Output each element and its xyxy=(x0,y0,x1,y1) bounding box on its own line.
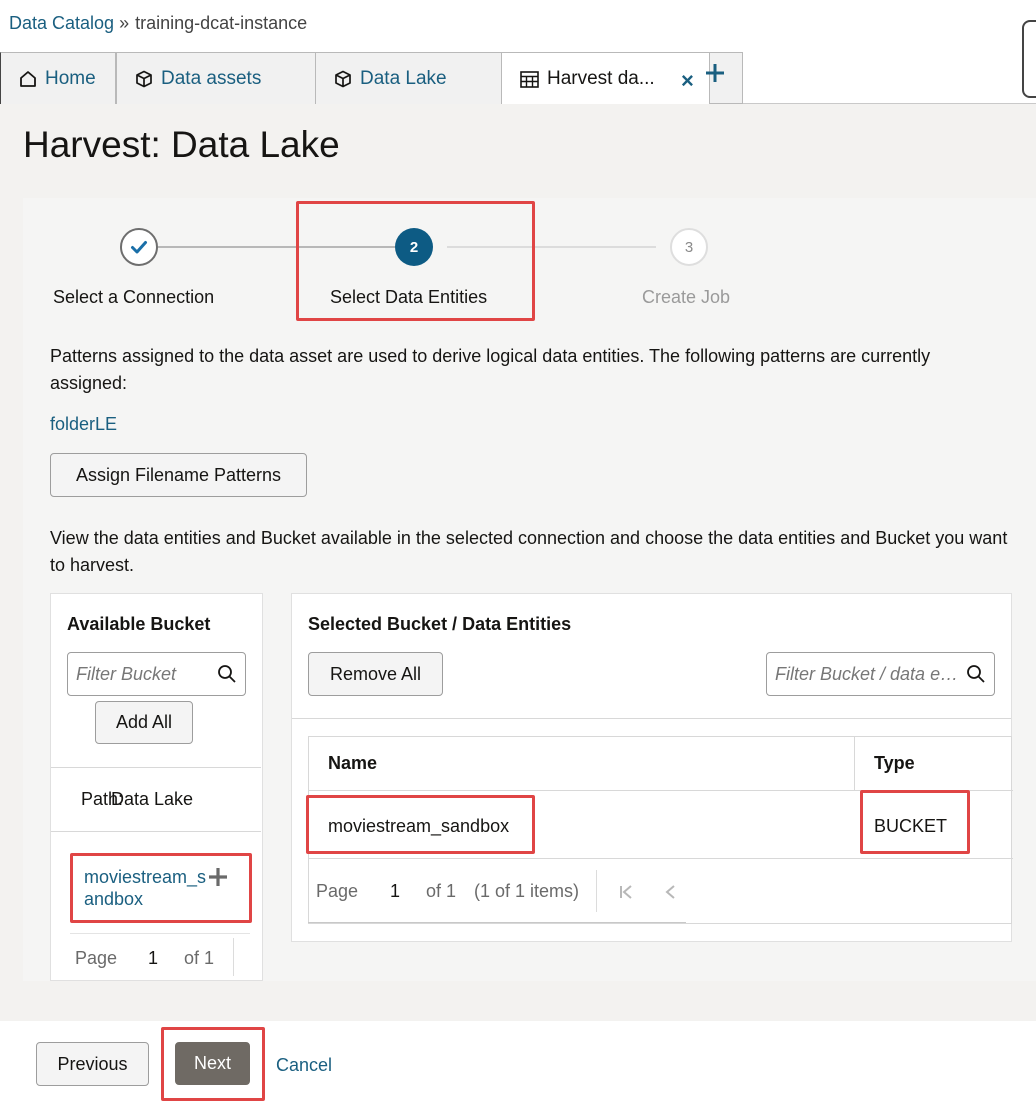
column-header-type[interactable]: Type xyxy=(855,737,1013,791)
divider xyxy=(308,922,686,923)
previous-button[interactable]: Previous xyxy=(36,1042,149,1086)
divider xyxy=(70,933,250,934)
filter-bucket-input[interactable] xyxy=(76,663,217,685)
tab-home-label: Home xyxy=(45,67,96,89)
row-name-cell: moviestream_sandbox xyxy=(328,816,510,836)
add-all-button[interactable]: Add All xyxy=(95,701,193,744)
filter-selected-search xyxy=(766,652,995,696)
available-bucket-title: Available Bucket xyxy=(67,614,211,634)
plus-icon xyxy=(706,64,724,82)
tab-harvest[interactable]: Harvest da... xyxy=(501,52,711,105)
breadcrumb: Data Catalog» training-dcat-instance xyxy=(9,13,307,34)
divider xyxy=(51,831,261,832)
first-page-icon[interactable] xyxy=(617,883,635,901)
step-3-circle: 3 xyxy=(670,228,708,266)
tab-harvest-label: Harvest da... xyxy=(547,68,655,89)
divider xyxy=(292,718,1011,719)
filter-selected-input[interactable] xyxy=(775,663,966,685)
selected-entities-title: Selected Bucket / Data Entities xyxy=(308,614,572,634)
divider xyxy=(51,767,261,768)
assign-filename-patterns-button[interactable]: Assign Filename Patterns xyxy=(50,453,307,497)
breadcrumb-data-catalog-link[interactable]: Data Catalog xyxy=(9,13,114,33)
selected-pager-of: of 1 xyxy=(426,881,457,901)
step-connector-2 xyxy=(447,246,656,248)
search-icon[interactable] xyxy=(217,664,237,684)
tab-data-lake-label: Data Lake xyxy=(360,67,447,89)
row-type-cell: BUCKET xyxy=(874,816,948,836)
previous-page-icon[interactable] xyxy=(662,883,680,901)
table-icon xyxy=(520,70,539,88)
pattern-folderle-link[interactable]: folderLE xyxy=(50,414,117,435)
tab-data-assets-label: Data assets xyxy=(161,67,262,89)
divider xyxy=(233,938,234,976)
step-3-label: Create Job xyxy=(642,287,731,307)
available-pager-page[interactable]: 1 xyxy=(148,948,158,969)
path-value: Data Lake xyxy=(111,789,194,809)
next-button[interactable]: Next xyxy=(175,1042,250,1085)
selected-pager-page[interactable]: 1 xyxy=(390,881,400,902)
available-pager-label: Page xyxy=(75,948,118,968)
available-bucket-item[interactable]: moviestream_sandbox xyxy=(84,866,214,910)
tab-data-lake[interactable]: Data Lake xyxy=(315,52,502,104)
cancel-link[interactable]: Cancel xyxy=(276,1055,332,1076)
available-pager-of: of 1 xyxy=(184,948,215,968)
page-title: Harvest: Data Lake xyxy=(23,124,340,165)
patterns-description: Patterns assigned to the data asset are … xyxy=(50,346,931,393)
column-header-name[interactable]: Name xyxy=(309,737,855,791)
step-connector-1 xyxy=(158,246,395,248)
step-1-label: Select a Connection xyxy=(53,287,215,307)
cube-icon xyxy=(136,70,152,87)
add-item-plus-icon[interactable] xyxy=(207,866,229,888)
selected-entities-table: Name Type moviestream_sandbox BUCKET xyxy=(308,736,1013,924)
breadcrumb-instance: training-dcat-instance xyxy=(135,13,308,33)
tab-home[interactable]: Home xyxy=(0,52,116,104)
step-2-circle: 2 xyxy=(395,228,433,266)
cube-icon xyxy=(335,70,351,87)
divider xyxy=(596,870,597,912)
remove-all-button[interactable]: Remove All xyxy=(308,652,443,696)
checkmark-icon xyxy=(131,241,147,254)
selected-pager-items: (1 of 1 items) xyxy=(474,881,580,901)
step-1-complete-icon xyxy=(120,228,158,266)
add-tab-button[interactable] xyxy=(706,52,743,104)
filter-bucket-search xyxy=(67,652,246,696)
entities-description: View the data entities and Bucket availa… xyxy=(50,528,1008,575)
step-2-label: Select Data Entities xyxy=(330,287,488,307)
tab-data-assets[interactable]: Data assets xyxy=(116,52,316,104)
table-row[interactable]: moviestream_sandbox BUCKET xyxy=(309,791,1013,859)
breadcrumb-separator: » xyxy=(119,13,130,33)
close-tab-icon[interactable]: × xyxy=(681,68,694,94)
home-icon xyxy=(20,70,36,87)
selected-pager-label: Page xyxy=(316,881,359,901)
tab-bar: Home Data assets Data Lake Harvest da... xyxy=(0,52,1036,105)
search-icon[interactable] xyxy=(966,664,986,684)
